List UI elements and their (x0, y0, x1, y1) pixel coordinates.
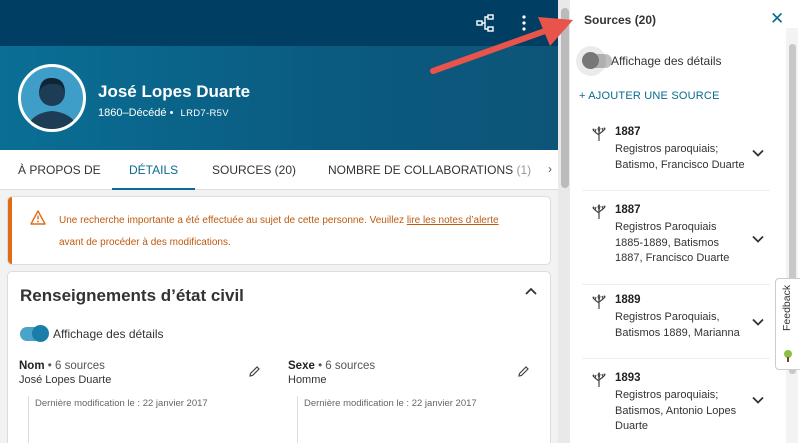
tree-view-icon[interactable] (472, 10, 498, 36)
tab-details[interactable]: DÉTAILS (112, 150, 196, 190)
name-field-label: Nom • 6 sources (19, 360, 105, 372)
alert-message: Une recherche importante a été effectuée… (59, 210, 539, 254)
chevron-down-icon[interactable] (752, 149, 764, 157)
more-vertical-icon[interactable] (511, 10, 537, 36)
source-title: Registros paroquiais; Batismo, Francisco… (615, 143, 745, 171)
sex-last-modified: Dernière modification le : 22 janvier 20… (297, 396, 537, 443)
separator-dot: • (169, 107, 174, 119)
source-year: 1889 (615, 294, 641, 306)
chevron-up-icon[interactable] (524, 286, 538, 296)
panel-details-toggle[interactable] (576, 46, 612, 76)
name-source-count[interactable]: 6 sources (55, 360, 105, 372)
vital-info-card: Renseignements d’état civil Affichage de… (8, 272, 550, 443)
divider (582, 190, 770, 191)
source-item[interactable]: 1889 Registros Paroquiais, Batismos 1889… (570, 294, 770, 354)
person-name: José Lopes Duarte (98, 82, 251, 101)
sex-field-label: Sexe • 6 sources (288, 360, 376, 372)
source-tree-icon (592, 204, 606, 219)
source-year: 1887 (615, 126, 641, 138)
chevron-down-icon[interactable] (752, 235, 764, 243)
sex-source-count[interactable]: 6 sources (325, 360, 375, 372)
tab-collaborations-count: (1) (516, 163, 532, 177)
main-scrollbar-thumb[interactable] (561, 8, 569, 188)
top-bar (0, 0, 558, 46)
name-last-modified: Dernière modification le : 22 janvier 20… (28, 396, 288, 443)
details-toggle[interactable] (20, 325, 49, 342)
feedback-tree-icon (784, 350, 792, 362)
source-title: Registros Paroquiais, Batismos 1889, Mar… (615, 311, 740, 339)
warning-icon (30, 210, 46, 225)
source-year: 1887 (615, 204, 641, 216)
tab-collaborations[interactable]: NOMBRE DE COLLABORATIONS (1) (328, 150, 531, 190)
alert-notes-link[interactable]: lire les notes d’alerte (407, 215, 499, 226)
alert-text-after: avant de procéder à des modifications. (59, 237, 231, 248)
details-toggle-label: Affichage des détails (53, 327, 164, 341)
source-title: Registros Paroquiais 1885-1889, Batismos… (615, 221, 730, 264)
person-header: José Lopes Duarte 1860–Décédé • LRD7-R5V (0, 46, 558, 150)
edit-name-pencil-icon[interactable] (248, 365, 261, 378)
source-item[interactable]: 1893 Registros paroquiais; Batismos, Ant… (570, 372, 770, 442)
divider (582, 284, 770, 285)
tab-bar: À PROPOS DE DÉTAILS SOURCES (20) NOMBRE … (0, 150, 558, 190)
add-source-button[interactable]: + AJOUTER UNE SOURCE (579, 90, 720, 102)
feedback-tab[interactable]: Feedback (775, 278, 800, 370)
tab-sources[interactable]: SOURCES (20) (212, 150, 296, 190)
alert-text-before: Une recherche importante a été effectuée… (59, 215, 407, 226)
close-icon[interactable]: ✕ (770, 9, 784, 29)
person-lifespan-line: 1860–Décédé • LRD7-R5V (98, 107, 229, 119)
panel-title: Sources (20) (584, 13, 657, 27)
source-item[interactable]: 1887 Registros paroquiais; Batismo, Fran… (570, 126, 770, 186)
divider (582, 358, 770, 359)
tab-collaborations-label: NOMBRE DE COLLABORATIONS (328, 163, 514, 177)
avatar[interactable] (18, 64, 86, 132)
name-value: José Lopes Duarte (19, 374, 112, 386)
person-lifespan: 1860–Décédé (98, 107, 167, 119)
person-id[interactable]: LRD7-R5V (181, 108, 229, 119)
source-tree-icon (592, 294, 606, 309)
panel-details-toggle-label: Affichage des détails (611, 54, 722, 68)
source-tree-icon (592, 372, 606, 387)
chevron-down-icon[interactable] (752, 396, 764, 404)
edit-sex-pencil-icon[interactable] (517, 365, 530, 378)
chevron-right-icon[interactable]: › (548, 162, 552, 176)
sex-value: Homme (288, 374, 327, 386)
source-year: 1893 (615, 372, 641, 384)
source-item[interactable]: 1887 Registros Paroquiais 1885-1889, Bat… (570, 204, 770, 279)
tab-about[interactable]: À PROPOS DE (18, 150, 101, 190)
source-tree-icon (592, 126, 606, 141)
source-title: Registros paroquiais; Batismos, Antonio … (615, 389, 737, 432)
sources-panel: Sources (20) ✕ Affichage des détails + A… (570, 0, 800, 443)
card-title: Renseignements d’état civil (20, 286, 244, 305)
chevron-down-icon[interactable] (752, 318, 764, 326)
feedback-label: Feedback (781, 284, 793, 331)
research-alert: Une recherche importante a été effectuée… (8, 197, 550, 264)
